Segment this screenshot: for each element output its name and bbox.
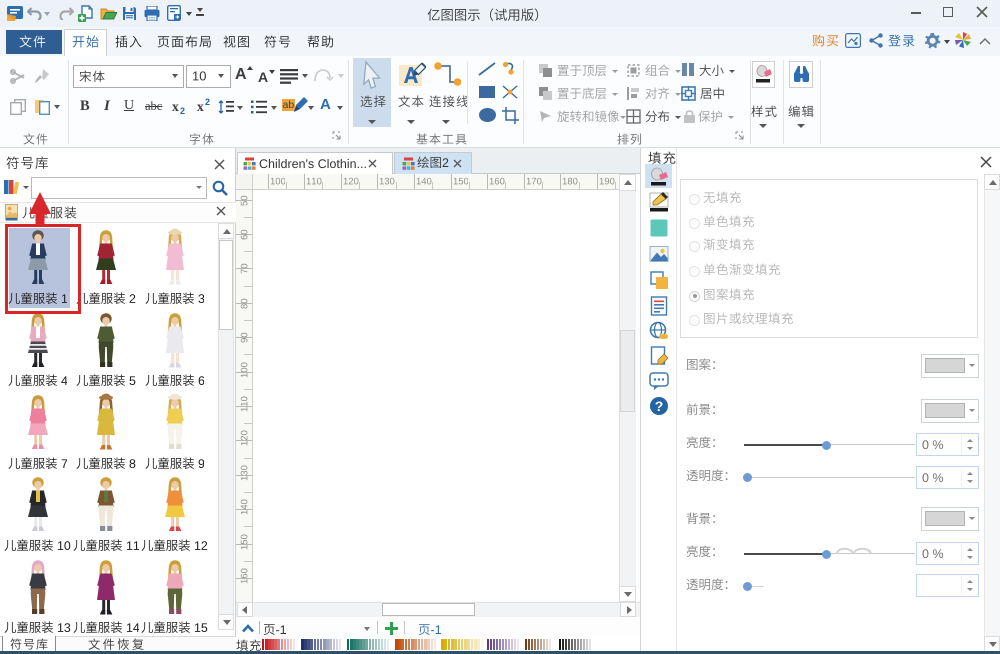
svg-text:?: ?: [655, 398, 664, 414]
